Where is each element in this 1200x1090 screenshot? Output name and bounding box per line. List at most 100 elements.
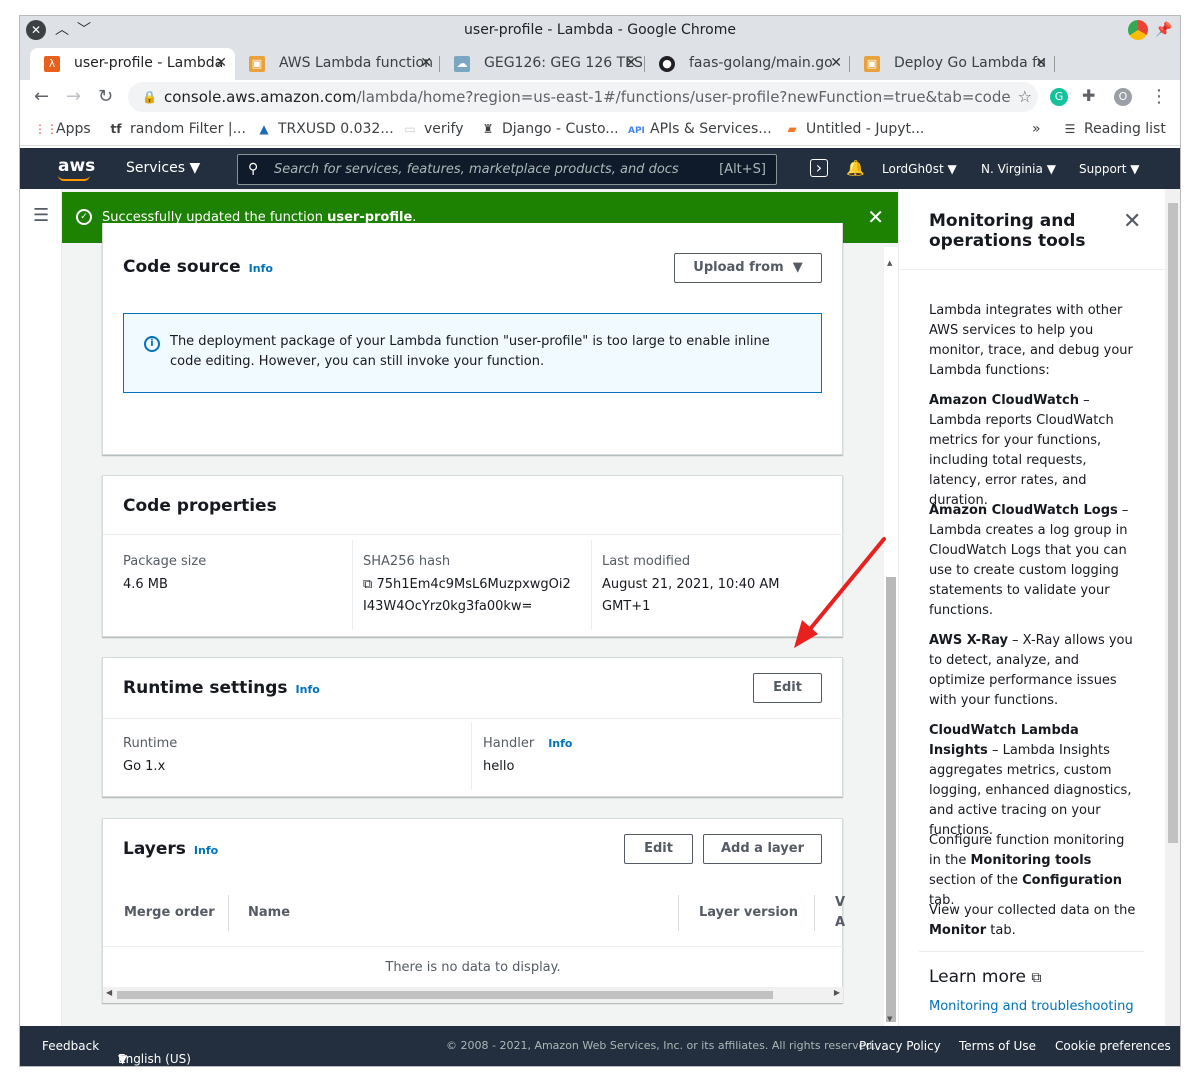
code-properties-title: Code properties bbox=[123, 496, 277, 516]
add-layer-button[interactable]: Add a layer bbox=[703, 834, 822, 864]
tab-close-icon[interactable]: ✕ bbox=[215, 48, 227, 78]
info-link[interactable]: Info bbox=[296, 683, 320, 696]
runtime-settings-title: Runtime settings Info bbox=[123, 678, 320, 698]
info-link[interactable]: Info bbox=[194, 844, 218, 857]
tab-aws-lambda-function[interactable]: ▣ AWS Lambda function ✕ bbox=[235, 48, 440, 80]
bookmark-django[interactable]: ♜ Django - Custo... bbox=[480, 121, 619, 137]
region-menu[interactable]: N. Virginia ▼ bbox=[981, 162, 1056, 176]
layers-title: Layers Info bbox=[123, 839, 219, 859]
troubleshooting-link[interactable]: Monitoring and troubleshooting bbox=[929, 999, 1134, 1014]
browser-menu-icon[interactable]: ⋮ bbox=[1150, 86, 1168, 107]
help-insights: CloudWatch Lambda Insights – Lambda Insi… bbox=[929, 723, 1132, 838]
info-link[interactable]: Info bbox=[548, 737, 572, 750]
scroll-up-icon[interactable]: ▲ bbox=[887, 259, 892, 267]
help-intro: Lambda integrates with other AWS service… bbox=[929, 303, 1133, 378]
column-version-arn-a[interactable]: A bbox=[835, 915, 845, 930]
lock-icon: 🔒 bbox=[142, 90, 157, 104]
search-shortcut: [Alt+S] bbox=[719, 162, 766, 177]
layers-edit-button[interactable]: Edit bbox=[624, 834, 693, 864]
aws-console-nav: aws Services ▼ ⚲ Search for services, fe… bbox=[20, 148, 1180, 189]
jupyter-icon: ▰ bbox=[787, 122, 797, 136]
support-menu[interactable]: Support ▼ bbox=[1079, 162, 1140, 176]
last-modified-value: August 21, 2021, 10:40 AM GMT+1 bbox=[602, 577, 780, 614]
help-cloudwatch: Amazon CloudWatch – Lambda reports Cloud… bbox=[929, 393, 1114, 508]
caret-down-icon: ▼ bbox=[189, 160, 201, 176]
main-vertical-scrollbar[interactable]: ▲ ▼ bbox=[884, 247, 898, 1026]
help-panel-close-icon[interactable]: ✕ bbox=[1123, 209, 1141, 234]
notifications-bell-icon[interactable]: 🔔 bbox=[846, 159, 865, 177]
tab-label: user-profile - Lambda bbox=[74, 55, 224, 71]
tab-geg126[interactable]: ☁ GEG126: GEG 126 TES ✕ bbox=[440, 48, 645, 80]
external-link-icon: ⧉ bbox=[1031, 970, 1042, 986]
reload-icon[interactable]: ↻ bbox=[98, 86, 113, 107]
sha-value[interactable]: ⧉ 75h1Em4c9MsL6MuzpxwgOi2 I43W4OcYrz0kg3f… bbox=[363, 574, 571, 618]
bookmarks-overflow[interactable]: » bbox=[1032, 121, 1041, 137]
tab-deploy-go-lambda[interactable]: ▣ Deploy Go Lambda fu ✕ bbox=[850, 48, 1055, 80]
aws-logo[interactable]: aws bbox=[58, 156, 95, 181]
aws-search-input[interactable]: ⚲ Search for services, features, marketp… bbox=[237, 154, 777, 185]
feedback-link[interactable]: Feedback bbox=[42, 1039, 99, 1053]
package-size-label: Package size bbox=[123, 554, 207, 569]
sha-label: SHA256 hash bbox=[363, 554, 451, 569]
scroll-left-icon[interactable]: ◀ bbox=[106, 988, 112, 997]
scroll-down-icon[interactable]: ▼ bbox=[887, 1015, 892, 1023]
services-menu[interactable]: Services ▼ bbox=[126, 160, 200, 176]
address-bar[interactable]: 🔒 console.aws.amazon.com/lambda/home?reg… bbox=[128, 82, 1038, 112]
privacy-policy-link[interactable]: Privacy Policy bbox=[859, 1039, 941, 1053]
scroll-right-icon[interactable]: ▶ bbox=[834, 988, 840, 997]
search-icon: ⚲ bbox=[248, 161, 259, 177]
aws-box-icon: ▣ bbox=[249, 56, 265, 72]
github-icon: ● bbox=[659, 56, 675, 72]
dismiss-close-icon[interactable]: ✕ bbox=[867, 192, 884, 243]
caret-down-icon: ▼ bbox=[1130, 162, 1140, 176]
title-bar: ✕ ︿ ﹀ user-profile - Lambda - Google Chr… bbox=[20, 16, 1180, 44]
bookmark-verify[interactable]: ▭ verify bbox=[402, 121, 463, 137]
column-version-arn-v[interactable]: V bbox=[835, 895, 845, 910]
bookmark-jupyter[interactable]: ▰ Untitled - Jupyt... bbox=[784, 121, 924, 137]
reading-list[interactable]: ☰ Reading list bbox=[1062, 121, 1166, 137]
cloudshell-icon[interactable]: › bbox=[810, 159, 828, 177]
profile-avatar-icon[interactable]: O bbox=[1114, 88, 1132, 106]
forward-arrow-icon[interactable]: → bbox=[66, 86, 81, 107]
tab-close-icon[interactable]: ✕ bbox=[420, 48, 432, 78]
caret-down-icon: ▼ bbox=[1046, 162, 1056, 176]
copy-icon[interactable]: ⧉ bbox=[363, 577, 372, 592]
tab-faas-golang[interactable]: ● faas-golang/main.go ✕ bbox=[645, 48, 850, 80]
bookmark-random-filter[interactable]: tf random Filter |... bbox=[108, 121, 246, 137]
upload-from-button[interactable]: Upload from ▼ bbox=[674, 253, 822, 283]
bookmark-apis-services[interactable]: API APIs & Services... bbox=[628, 121, 772, 137]
runtime-edit-button[interactable]: Edit bbox=[753, 673, 822, 703]
terms-of-use-link[interactable]: Terms of Use bbox=[959, 1039, 1036, 1053]
column-name[interactable]: Name bbox=[248, 905, 290, 920]
hamburger-menu-icon[interactable]: ☰ bbox=[33, 205, 49, 226]
left-rail: ☰ bbox=[20, 189, 62, 1026]
bookmark-trxusd[interactable]: ▲ TRXUSD 0.032... bbox=[256, 121, 393, 137]
package-size-value: 4.6 MB bbox=[123, 577, 168, 592]
tab-close-icon[interactable]: ✕ bbox=[1035, 48, 1047, 78]
account-menu[interactable]: LordGh0st ▼ bbox=[882, 162, 957, 176]
extensions-puzzle-icon[interactable]: ✚ bbox=[1082, 86, 1095, 105]
scroll-thumb[interactable] bbox=[117, 991, 773, 999]
address-path: /lambda/home?region=us-east-1#/functions… bbox=[356, 88, 1011, 106]
column-merge-order[interactable]: Merge order bbox=[124, 905, 215, 920]
bookmark-star-icon[interactable]: ☆ bbox=[1018, 82, 1032, 112]
tab-close-icon[interactable]: ✕ bbox=[830, 48, 842, 78]
api-icon: API bbox=[628, 126, 645, 136]
info-alert: i The deployment package of your Lambda … bbox=[123, 313, 822, 393]
info-link[interactable]: Info bbox=[249, 262, 273, 275]
runtime-label: Runtime bbox=[123, 736, 178, 751]
scroll-thumb[interactable] bbox=[886, 577, 896, 1022]
help-panel-scrollbar[interactable] bbox=[1165, 189, 1180, 1026]
tab-close-icon[interactable]: ✕ bbox=[625, 48, 637, 78]
caret-down-icon: ▼ bbox=[947, 162, 957, 176]
console-footer: Feedback English (US) ▼ © 2008 - 2021, A… bbox=[20, 1026, 1180, 1066]
cookie-preferences-link[interactable]: Cookie preferences bbox=[1055, 1039, 1171, 1053]
scroll-thumb[interactable] bbox=[1168, 203, 1178, 843]
column-layer-version[interactable]: Layer version bbox=[699, 905, 798, 920]
pin-icon[interactable]: 📌 bbox=[1154, 20, 1174, 40]
tab-user-profile[interactable]: λ user-profile - Lambda ✕ bbox=[30, 48, 235, 80]
back-arrow-icon[interactable]: ← bbox=[34, 86, 49, 107]
grammarly-icon[interactable]: G bbox=[1050, 88, 1068, 106]
horizontal-scrollbar[interactable]: ◀ ▶ bbox=[103, 987, 843, 1003]
bookmark-apps[interactable]: ⋮⋮Apps bbox=[34, 121, 91, 137]
